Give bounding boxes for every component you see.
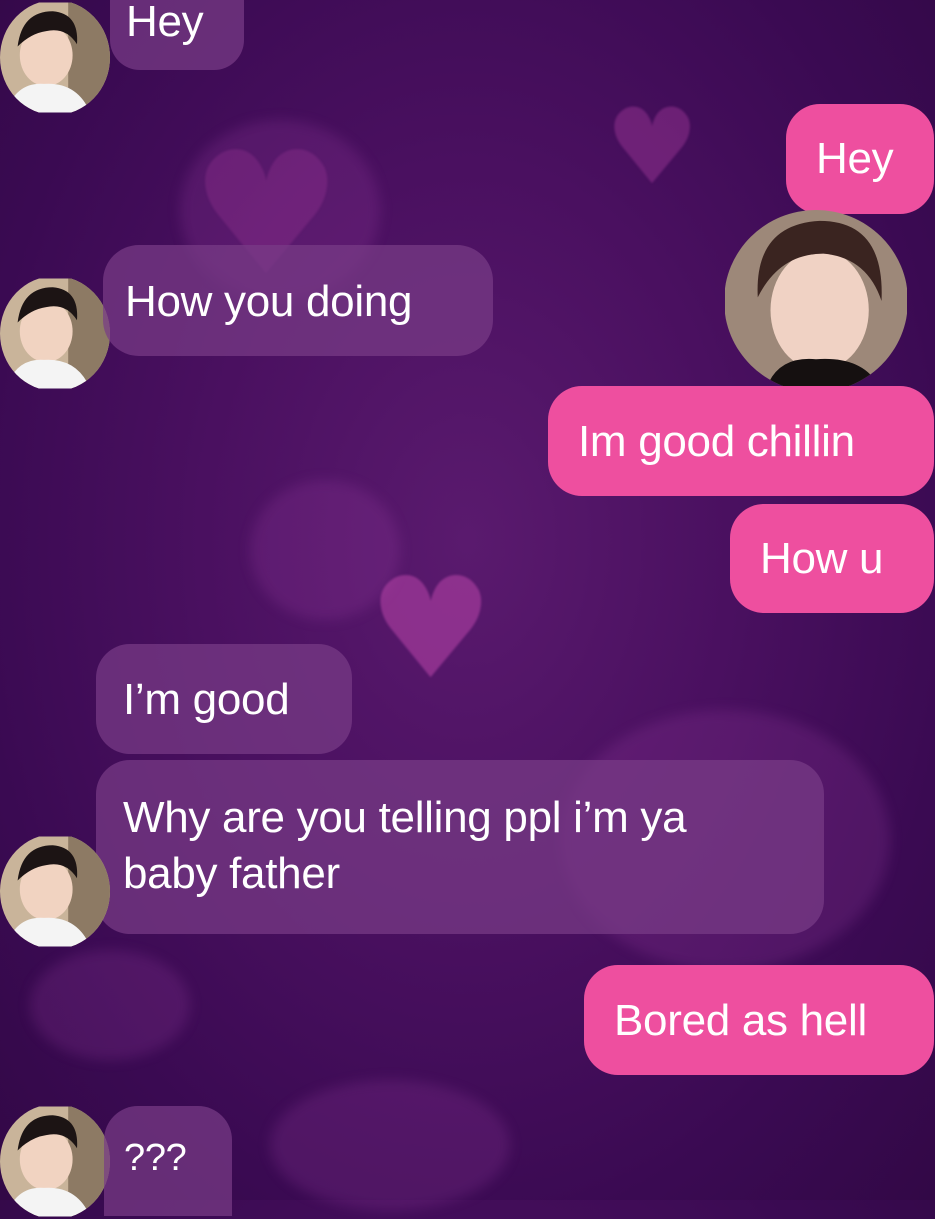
friend-avatar[interactable] [0,276,110,391]
friend-avatar[interactable] [0,1104,110,1219]
message-bubble: Why are you telling ppl i’m ya baby fath… [96,760,824,934]
message-bubble: Hey [786,104,934,214]
message-bubble: I’m good [96,644,352,754]
heart-icon: ♥ [605,86,700,208]
bokeh-light [270,1080,510,1210]
message-bubble: Im good chillin [548,386,934,496]
heart-icon: ♥ [368,548,494,711]
person-avatar-icon [0,278,110,389]
message-bubble: How you doing [103,245,493,356]
message-bubble: Hey [110,0,244,70]
message-bubble: Bored as hell [584,965,934,1075]
my-avatar[interactable] [724,210,908,392]
person-avatar-icon [0,836,110,947]
person-avatar-icon [0,2,110,113]
friend-avatar[interactable] [0,834,110,949]
message-bubble: How u [730,504,934,613]
bokeh-light [30,950,190,1060]
friend-avatar[interactable] [0,0,110,115]
person-avatar-icon [0,1106,110,1217]
person-avatar-icon [725,210,907,392]
